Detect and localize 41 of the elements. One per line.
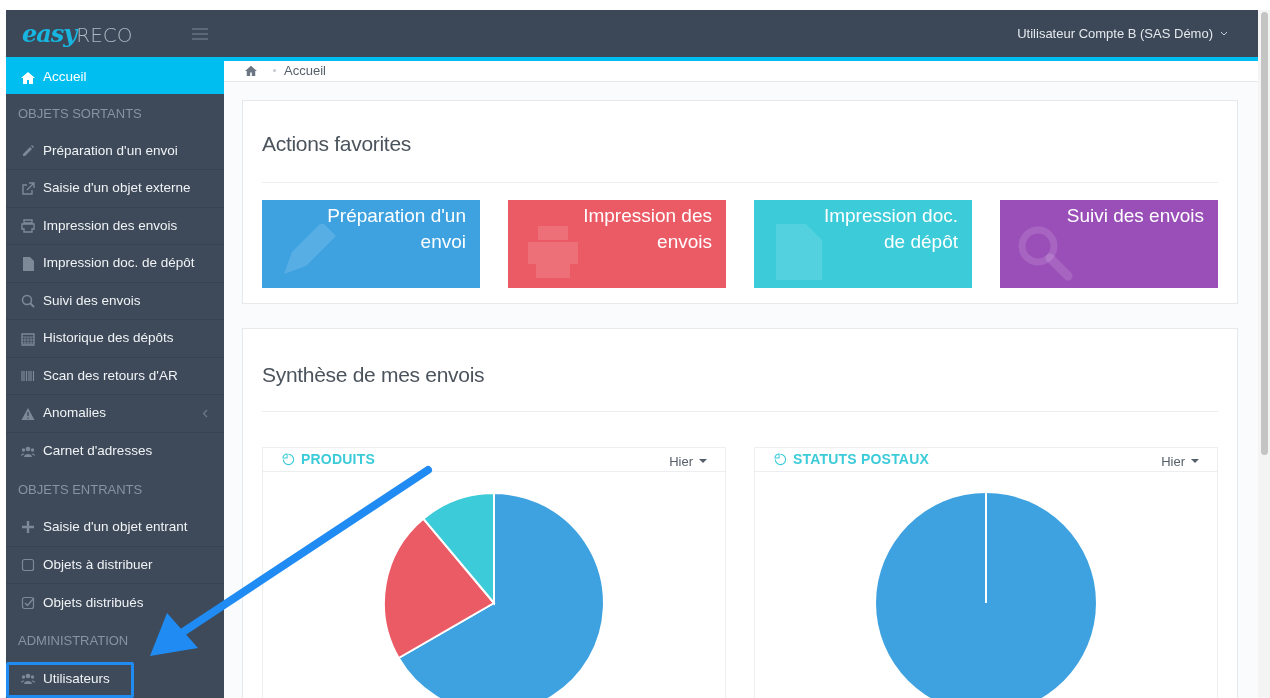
sidebar-item[interactable]: Impression doc. de dépôt bbox=[6, 245, 224, 283]
home-icon[interactable] bbox=[245, 65, 257, 77]
search-icon bbox=[21, 294, 35, 309]
breadcrumb-link[interactable]: Accueil bbox=[284, 61, 326, 81]
chevron-left-icon bbox=[202, 409, 208, 419]
sidebar-item[interactable]: Carnet d'adresses bbox=[6, 432, 224, 471]
panel-title: STATUTS POSTAUX bbox=[793, 449, 929, 469]
section-heading: ADMINISTRATION bbox=[17, 632, 130, 651]
checkbox-icon bbox=[21, 557, 35, 572]
plus-icon bbox=[21, 520, 35, 535]
chevron-down-icon bbox=[1220, 31, 1228, 36]
section-heading: OBJETS ENTRANTS bbox=[17, 481, 144, 499]
warning-icon bbox=[21, 406, 35, 421]
caret-icon bbox=[699, 459, 707, 464]
sidebar-item[interactable]: Utilisateurs bbox=[6, 660, 224, 698]
sidebar-item[interactable]: Objets distribués bbox=[6, 584, 224, 622]
document-icon bbox=[21, 256, 35, 271]
section-heading: OBJETS SORTANTS bbox=[17, 104, 143, 123]
checked-box-icon bbox=[21, 595, 35, 610]
menu-icon[interactable] bbox=[192, 27, 208, 40]
home-icon bbox=[21, 70, 35, 85]
sidebar-item[interactable]: Historique des dépôts bbox=[6, 320, 224, 358]
caret-icon bbox=[1191, 459, 1199, 464]
card-title: Synthèse de mes envois bbox=[262, 362, 485, 388]
period-dropdown[interactable]: Hier bbox=[1161, 451, 1199, 471]
vertical-bars-icon bbox=[21, 369, 35, 384]
pencil-icon bbox=[21, 144, 35, 159]
people-icon bbox=[21, 444, 35, 459]
pie-chart-icon bbox=[282, 452, 295, 466]
printer-icon bbox=[21, 219, 35, 234]
scrollbar[interactable] bbox=[1258, 10, 1270, 698]
panel-title: PRODUITS bbox=[301, 449, 375, 469]
logo[interactable]: easyRECO bbox=[22, 15, 133, 52]
pie-chart-icon bbox=[774, 452, 787, 466]
card-title: Actions favorites bbox=[262, 131, 411, 157]
calendar-icon bbox=[21, 331, 35, 346]
people-icon bbox=[21, 672, 35, 687]
user-menu[interactable]: Utilisateur Compte B (SAS Démo) bbox=[1017, 23, 1228, 44]
external-link-icon bbox=[21, 181, 35, 196]
period-dropdown[interactable]: Hier bbox=[669, 451, 707, 471]
action-tile[interactable]: Suivi des envois bbox=[1000, 199, 1218, 288]
